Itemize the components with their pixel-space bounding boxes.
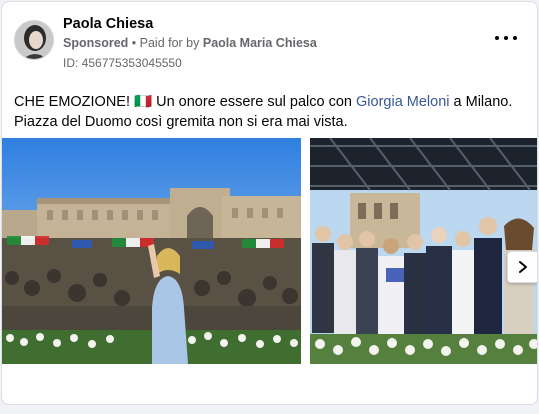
- paid-for-prefix: Paid for by: [139, 36, 203, 50]
- carousel-photo-stage[interactable]: [310, 138, 537, 364]
- paid-for-name[interactable]: Paola Maria Chiesa: [203, 36, 317, 50]
- more-options-icon[interactable]: [495, 30, 517, 46]
- post-header: Paola Chiesa Sponsored • Paid for by Pao…: [2, 2, 537, 82]
- author-avatar[interactable]: [14, 20, 54, 60]
- separator: •: [128, 36, 140, 50]
- sponsored-label: Sponsored: [63, 36, 129, 50]
- author-name[interactable]: Paola Chiesa: [63, 16, 153, 32]
- chevron-right-icon[interactable]: [507, 251, 537, 283]
- ad-id: ID: 456775353045550: [63, 56, 182, 70]
- carousel-photo-rally-crowd[interactable]: [2, 138, 301, 364]
- mention-link[interactable]: Giorgia Meloni: [356, 94, 450, 110]
- sponsored-post-card: Paola Chiesa Sponsored • Paid for by Pao…: [1, 1, 538, 405]
- post-text-part1: CHE EMOZIONE! 🇮🇹 Un onore essere sul pal…: [14, 94, 357, 110]
- post-text: CHE EMOZIONE! 🇮🇹 Un onore essere sul pal…: [14, 92, 528, 132]
- sponsored-line: Sponsored • Paid for by Paola Maria Chie…: [63, 36, 317, 50]
- image-carousel: [2, 138, 537, 364]
